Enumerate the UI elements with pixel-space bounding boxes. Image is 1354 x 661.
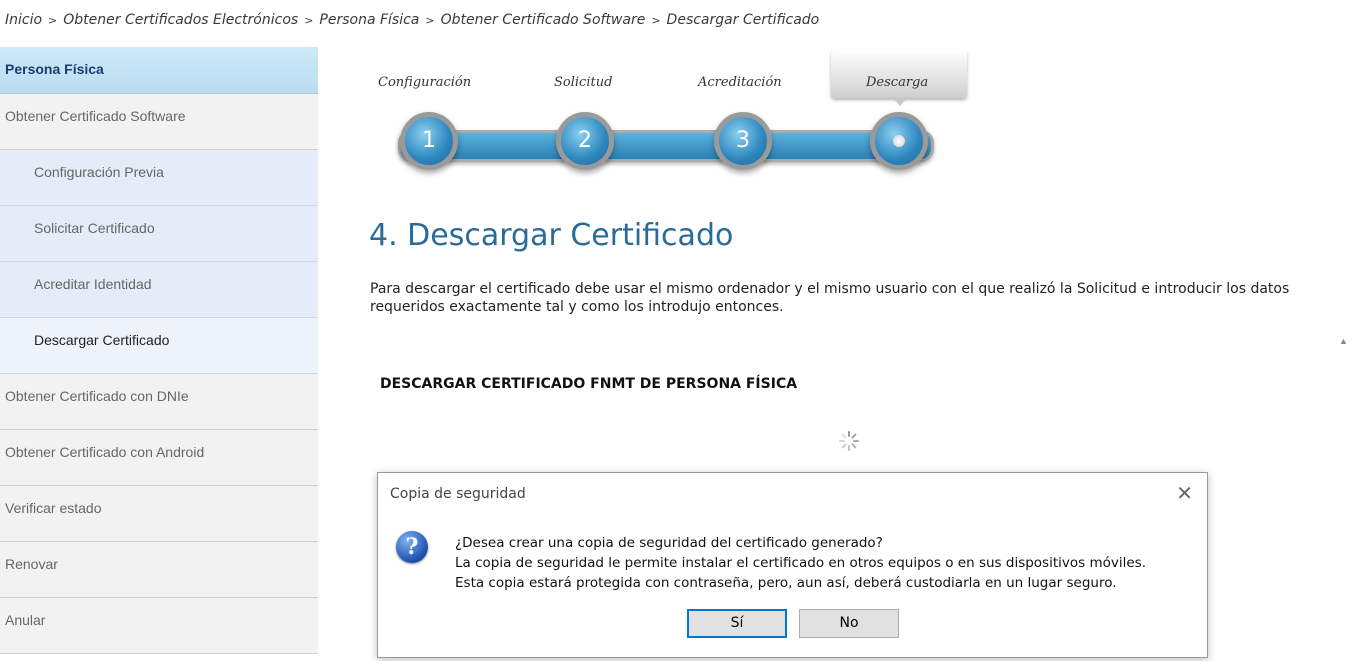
step-track bbox=[398, 130, 934, 162]
breadcrumb: Inicio > Obtener Certificados Electrónicos… bbox=[5, 12, 819, 28]
step-label-acreditacion: Acreditación bbox=[698, 75, 782, 90]
dialog-title: Copia de seguridad bbox=[390, 486, 526, 502]
active-step-pointer bbox=[892, 97, 908, 106]
sidebar-item-anular[interactable]: Anular bbox=[0, 598, 318, 654]
breadcrumb-current: Descargar Certificado bbox=[666, 12, 820, 28]
sidebar-item-solicitar[interactable]: Solicitar Certificado bbox=[0, 206, 318, 262]
breadcrumb-separator: > bbox=[48, 14, 58, 27]
page-title: 4. Descargar Certificado bbox=[369, 218, 734, 253]
sidebar-item-dnie[interactable]: Obtener Certificado con DNIe bbox=[0, 374, 318, 430]
loading-spinner-icon bbox=[839, 431, 859, 451]
sidebar-item-renovar[interactable]: Renovar bbox=[0, 542, 318, 598]
close-icon[interactable]: ✕ bbox=[1176, 481, 1193, 506]
breadcrumb-software[interactable]: Obtener Certificado Software bbox=[441, 12, 646, 28]
sidebar-item-android[interactable]: Obtener Certificado con Android bbox=[0, 430, 318, 486]
step-label-solicitud: Solicitud bbox=[554, 75, 613, 90]
yes-button[interactable]: Sí bbox=[687, 609, 787, 638]
dialog-message-line: ¿Desea crear una copia de seguridad del … bbox=[455, 535, 883, 551]
sidebar-item-descargar[interactable]: Descargar Certificado bbox=[0, 318, 318, 374]
step-circle-1: 1 bbox=[400, 112, 458, 170]
backup-dialog: Copia de seguridad ✕ ? ¿Desea crear una … bbox=[377, 472, 1208, 658]
breadcrumb-persona-fisica[interactable]: Persona Física bbox=[319, 12, 419, 28]
active-step-tab bbox=[831, 50, 967, 98]
breadcrumb-separator: > bbox=[425, 14, 435, 27]
sidebar-header[interactable]: Persona Física bbox=[0, 47, 318, 94]
step-circle-3: 3 bbox=[714, 112, 772, 170]
step-label-configuracion: Configuración bbox=[378, 75, 472, 90]
question-icon: ? bbox=[396, 531, 428, 563]
breadcrumb-separator: > bbox=[304, 14, 314, 27]
current-step-dot-icon bbox=[893, 135, 905, 147]
progress-steps: Configuración Solicitud Acreditación Des… bbox=[378, 50, 978, 190]
dialog-message-line: La copia de seguridad le permite instala… bbox=[455, 555, 1146, 571]
breadcrumb-separator: > bbox=[651, 14, 661, 27]
no-button[interactable]: No bbox=[799, 609, 899, 638]
step-circle-current bbox=[870, 112, 928, 170]
dialog-message-line: Esta copia estará protegida con contrase… bbox=[455, 575, 1117, 591]
sidebar-nav: Persona Física Obtener Certificado Softw… bbox=[0, 47, 318, 654]
dialog-message: ¿Desea crear una copia de seguridad del … bbox=[455, 533, 1146, 593]
breadcrumb-certificados[interactable]: Obtener Certificados Electrónicos bbox=[63, 12, 298, 28]
sidebar-item-obtener-software[interactable]: Obtener Certificado Software bbox=[0, 94, 318, 150]
step-circle-2: 2 bbox=[556, 112, 614, 170]
step-label-descarga: Descarga bbox=[866, 75, 929, 90]
sidebar-item-configuracion-previa[interactable]: Configuración Previa bbox=[0, 150, 318, 206]
breadcrumb-inicio[interactable]: Inicio bbox=[5, 12, 42, 28]
sidebar-item-acreditar[interactable]: Acreditar Identidad bbox=[0, 262, 318, 318]
section-heading: DESCARGAR CERTIFICADO FNMT DE PERSONA FÍ… bbox=[380, 376, 798, 392]
scroll-up-arrow-icon[interactable]: ▲ bbox=[1339, 336, 1348, 346]
page-description: Para descargar el certificado debe usar … bbox=[370, 281, 1290, 315]
sidebar-item-verificar[interactable]: Verificar estado bbox=[0, 486, 318, 542]
